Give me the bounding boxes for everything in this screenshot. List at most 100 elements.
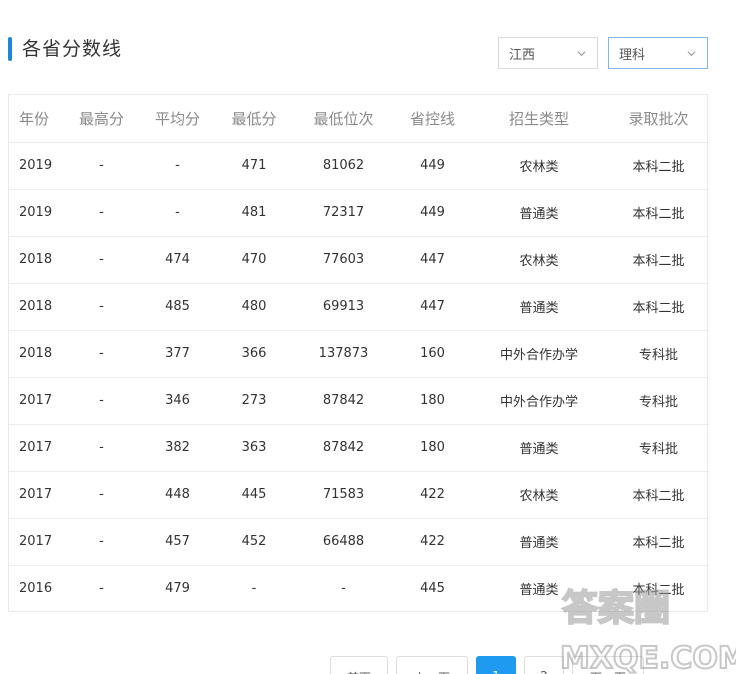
table-cell: 180 (395, 424, 470, 472)
subject-select-value: 理科 (619, 47, 646, 63)
table-cell: 本科二批 (608, 471, 709, 519)
chevron-down-icon (577, 51, 586, 57)
table-row: 2017-346 273 87842 180 中外合作办学 专科批 (9, 377, 709, 425)
table-cell: 71583 (292, 471, 395, 519)
table-cell: 449 (395, 189, 470, 237)
table-cell: 69913 (292, 283, 395, 331)
table-row: 2017-457 452 66488 422 普通类 本科二批 (9, 518, 709, 566)
table-cell: 377 (139, 330, 216, 378)
table-cell: 363 (216, 424, 292, 472)
score-table-container: 年份 最高分 平均分 最低分 最低位次 省控线 招生类型 录取批次 2019- -471 8106… (8, 94, 709, 612)
table-cell: - (99, 581, 104, 597)
table-cell: - (251, 581, 257, 597)
table-cell: 273 (216, 377, 292, 425)
table-cell: 66488 (292, 518, 395, 566)
table-cell: 专科批 (608, 377, 709, 425)
column-header: 最低分 (216, 95, 292, 143)
table-cell: 481 (216, 189, 292, 237)
table-cell: 2017 (9, 471, 64, 519)
table-cell: 2018 (9, 330, 64, 378)
column-header: 最高分 (64, 95, 139, 143)
score-table: 年份 最高分 平均分 最低分 最低位次 省控线 招生类型 录取批次 2019- -471 8106… (9, 95, 709, 612)
table-cell: 449 (395, 142, 470, 190)
column-header: 年份 (9, 95, 64, 143)
table-cell: 382 (139, 424, 216, 472)
table-cell: - (64, 518, 139, 566)
table-cell: 普通类 (519, 583, 559, 599)
table-cell: 农林类 (470, 471, 608, 519)
table-cell: - (139, 189, 216, 237)
table-cell: 346 (139, 377, 216, 425)
table-cell: 160 (395, 330, 470, 378)
table-cell: - (139, 142, 216, 190)
table-cell: 447 (395, 283, 470, 331)
table-cell: 中外合作办学 (470, 330, 608, 378)
table-cell: 452 (216, 518, 292, 566)
table-cell: - (64, 189, 139, 237)
table-cell: 普通类 (470, 424, 608, 472)
table-row: 2017-382 363 87842 180 普通类 专科批 (9, 424, 709, 472)
page-button-2[interactable]: 2 (524, 656, 564, 674)
table-cell: 专科批 (608, 330, 709, 378)
province-select[interactable]: 江西 (498, 37, 598, 69)
table-header-row: 年份 最高分 平均分 最低分 最低位次 省控线 招生类型 录取批次 (9, 95, 709, 143)
page-header: 各省分数线 江西 理科 (0, 0, 738, 90)
table-cell: 2019 (9, 189, 64, 237)
chevron-down-icon (687, 51, 696, 57)
table-cell: 普通类 (470, 283, 608, 331)
table-cell: 480 (216, 283, 292, 331)
table-cell: 479 (165, 581, 190, 597)
table-cell: 普通类 (470, 518, 608, 566)
table-cell: 445 (420, 581, 445, 597)
table-cell: 中外合作办学 (470, 377, 608, 425)
table-cell: - (64, 330, 139, 378)
table-cell: 180 (395, 377, 470, 425)
table-row: 2019- -471 81062 449 农林类 本科二批 (9, 142, 709, 190)
table-cell: 本科二批 (632, 583, 685, 599)
table-cell: 137873 (292, 330, 395, 378)
table-cell: 470 (216, 236, 292, 284)
table-cell: 2018 (9, 236, 64, 284)
table-cell: 366 (216, 330, 292, 378)
table-cell: - (64, 424, 139, 472)
table-row: 2018-474 470 77603 447 农林类 本科二批 (9, 236, 709, 284)
table-cell: 2017 (9, 518, 64, 566)
first-page-button[interactable]: 首页 (330, 656, 388, 674)
table-row: 2018-377 366 137873 160 中外合作办学 专科批 (9, 330, 709, 378)
table-cell: 77603 (292, 236, 395, 284)
title-accent-bar (8, 37, 12, 61)
next-page-button[interactable]: 下一页 (572, 656, 644, 674)
table-cell: 2017 (9, 377, 64, 425)
table-cell: 普通类 (470, 189, 608, 237)
table-cell: 422 (395, 471, 470, 519)
table-body: 2019- -471 81062 449 农林类 本科二批 2019- -481 72317 44… (9, 142, 709, 612)
column-header: 省控线 (395, 95, 470, 143)
table-cell: 81062 (292, 142, 395, 190)
table-cell: - (64, 377, 139, 425)
prev-page-button[interactable]: 上一页 (396, 656, 468, 674)
table-cell: 474 (139, 236, 216, 284)
page-button-1[interactable]: 1 (476, 656, 516, 674)
column-header: 录取批次 (608, 95, 709, 143)
table-cell: - (64, 236, 139, 284)
table-cell: - (64, 471, 139, 519)
table-cell: 471 (216, 142, 292, 190)
table-cell: 本科二批 (608, 283, 709, 331)
province-select-value: 江西 (509, 47, 536, 63)
table-cell: 本科二批 (608, 142, 709, 190)
subject-select[interactable]: 理科 (608, 37, 708, 69)
table-row: 2016 - 479 - - 445 普通类 本科二批 (9, 565, 709, 612)
table-cell: 本科二批 (608, 518, 709, 566)
table-cell: 2016 (19, 581, 53, 597)
table-row: 2019- -481 72317 449 普通类 本科二批 (9, 189, 709, 237)
table-cell: 2017 (9, 424, 64, 472)
column-header: 招生类型 (470, 95, 608, 143)
table-row: 2018-485 480 69913 447 普通类 本科二批 (9, 283, 709, 331)
table-cell: 本科二批 (608, 236, 709, 284)
table-cell: 447 (395, 236, 470, 284)
column-header: 平均分 (139, 95, 216, 143)
column-header: 最低位次 (292, 95, 395, 143)
table-cell: 87842 (292, 377, 395, 425)
table-cell: 专科批 (608, 424, 709, 472)
table-cell: 本科二批 (608, 189, 709, 237)
